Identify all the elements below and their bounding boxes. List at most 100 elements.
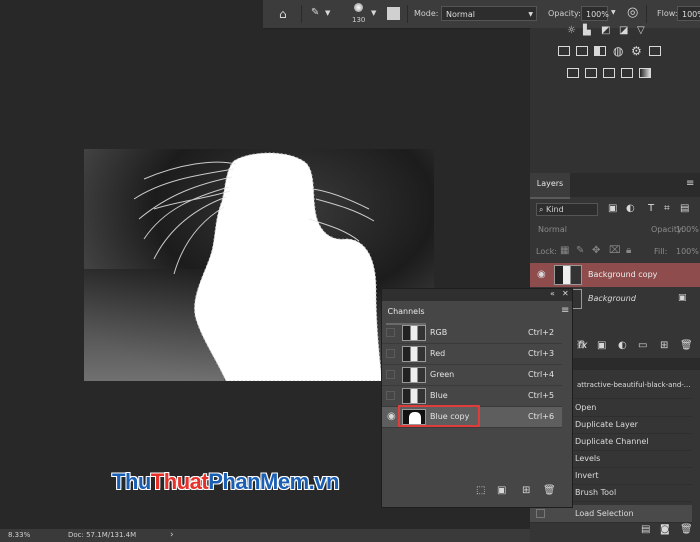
exposure-icon[interactable]: ◪: [619, 26, 628, 36]
posterize-icon[interactable]: [585, 68, 597, 78]
lock-all-icon[interactable]: 🔒︎: [626, 246, 631, 256]
channel-mixer-icon[interactable]: ⚙: [631, 45, 642, 57]
brush-preview-icon[interactable]: [354, 3, 363, 12]
new-channel-icon[interactable]: ⊞: [522, 486, 530, 496]
invert-icon[interactable]: [567, 68, 579, 78]
status-menu-arrow[interactable]: ›: [170, 529, 174, 542]
channel-name: RGB: [430, 328, 448, 337]
tab-channels-label: Channels: [387, 307, 425, 316]
home-icon[interactable]: ⌂: [279, 8, 287, 20]
new-layer-icon[interactable]: ⊞: [660, 341, 668, 351]
lock-transparency-icon[interactable]: ▦: [560, 246, 569, 256]
channel-row[interactable]: RGB Ctrl+2: [382, 323, 562, 344]
channel-shortcut: Ctrl+3: [528, 349, 555, 358]
adjustment-layer-icon[interactable]: ◐: [618, 341, 627, 351]
channel-row[interactable]: Green Ctrl+4: [382, 365, 562, 386]
chevron-down-icon[interactable]: ▼: [371, 10, 376, 17]
hue-saturation-icon[interactable]: [558, 46, 570, 56]
load-selection-icon[interactable]: ⬚: [476, 486, 485, 496]
threshold-icon[interactable]: [603, 68, 615, 78]
chevron-down-icon[interactable]: ▼: [611, 10, 616, 16]
type-filter-icon[interactable]: T: [648, 204, 654, 214]
tab-channels[interactable]: Channels: [386, 301, 426, 325]
group-folder-icon[interactable]: ▭: [638, 341, 647, 351]
channel-shortcut: Ctrl+6: [528, 412, 555, 421]
camera-icon[interactable]: ◙: [660, 525, 670, 535]
channel-row[interactable]: Blue Ctrl+5: [382, 386, 562, 407]
opacity-label: Opacity:: [548, 9, 581, 18]
color-lookup-icon[interactable]: [649, 46, 661, 56]
channel-name: Green: [430, 370, 455, 379]
zoom-level[interactable]: 8.33%: [8, 529, 30, 542]
highlight-box: [398, 405, 480, 427]
shape-filter-icon[interactable]: ⌗: [664, 204, 670, 214]
channels-panel-header: « ✕: [382, 289, 572, 301]
eye-icon[interactable]: ◉: [537, 270, 546, 280]
color-balance-icon[interactable]: [576, 46, 588, 56]
history-brush-source-icon[interactable]: [536, 509, 545, 518]
adjustment-filter-icon[interactable]: ◐: [626, 204, 635, 214]
smart-object-filter-icon[interactable]: ▤: [680, 204, 689, 214]
watermark-part: Thu: [112, 469, 151, 494]
vibrance-icon[interactable]: ▽: [637, 26, 645, 36]
channel-thumbnail: [402, 346, 426, 362]
adjustments-panel: ☼ ▙ ◩ ◪ ▽ ◍ ⚙: [530, 26, 700, 173]
brush-panel-icon[interactable]: [387, 7, 400, 20]
collapse-icon[interactable]: «: [550, 290, 555, 298]
chevron-down-icon[interactable]: ▼: [325, 10, 330, 17]
tab-layers-label: Layers: [536, 179, 564, 188]
blend-mode-select[interactable]: Normal: [538, 225, 567, 234]
channel-thumbnail: [402, 325, 426, 341]
black-white-icon[interactable]: [594, 46, 606, 56]
panel-menu-icon[interactable]: ≡: [561, 306, 569, 316]
channel-row[interactable]: Red Ctrl+3: [382, 344, 562, 365]
options-bar: ⌂ ✎ ▼ 130 ▼ Mode: Normal ▼ Opacity: 100%…: [263, 0, 700, 29]
channel-shortcut: Ctrl+2: [528, 328, 555, 337]
opacity-input[interactable]: 100%: [581, 6, 609, 21]
lock-position-icon[interactable]: ✥: [592, 246, 600, 256]
lock-image-icon[interactable]: ✎: [576, 246, 584, 256]
channel-name: Red: [430, 349, 446, 358]
panel-menu-icon[interactable]: ≡: [686, 179, 694, 189]
new-document-icon[interactable]: ▤: [641, 525, 650, 535]
watermark-logo: ThuThuatPhanMem.vn: [112, 469, 339, 495]
trash-icon[interactable]: 🗑︎: [543, 486, 556, 496]
photo-filter-icon[interactable]: ◍: [613, 45, 623, 57]
brush-icon[interactable]: ✎: [311, 8, 319, 18]
channel-shortcut: Ctrl+5: [528, 391, 555, 400]
channels-panel: « ✕ Channels ≡ RGB Ctrl+2 Red Ctrl+3 Gre…: [381, 288, 573, 508]
fill-label: Fill:: [654, 247, 668, 256]
layer-filter-select[interactable]: ⌕ Kind: [536, 203, 598, 216]
layer-row[interactable]: ◉ Background copy: [530, 263, 700, 287]
layer-mask-icon[interactable]: ▣: [597, 341, 606, 351]
watermark-part: .vn: [308, 469, 340, 494]
history-document-name: attractive-beautiful-black-and-...: [577, 381, 691, 389]
gradient-map-icon[interactable]: [639, 68, 651, 78]
levels-icon[interactable]: ▙: [583, 26, 591, 36]
document-size: Doc: 57.1M/131.4M: [68, 531, 137, 539]
curves-icon[interactable]: ◩: [601, 26, 610, 36]
lock-artboard-icon[interactable]: ⌧: [609, 246, 621, 256]
trash-icon[interactable]: 🗑︎: [680, 341, 693, 351]
close-icon[interactable]: ✕: [562, 290, 569, 298]
eye-icon[interactable]: ◉: [387, 412, 396, 422]
selective-color-icon[interactable]: [621, 68, 633, 78]
layer-opacity-value[interactable]: 100%: [676, 225, 699, 234]
visibility-toggle[interactable]: [386, 370, 395, 379]
layer-filter-value: Kind: [546, 205, 564, 214]
opacity-value: 100%: [586, 10, 609, 19]
save-selection-icon[interactable]: ▣: [497, 486, 506, 496]
fill-value[interactable]: 100%: [676, 247, 699, 256]
tab-layers[interactable]: Layers: [530, 173, 570, 199]
visibility-toggle[interactable]: [386, 349, 395, 358]
visibility-toggle[interactable]: [386, 328, 395, 337]
mode-value: Normal: [446, 10, 475, 19]
mode-select[interactable]: Normal ▼: [441, 6, 537, 21]
trash-icon[interactable]: 🗑︎: [680, 525, 693, 535]
visibility-toggle[interactable]: [386, 391, 395, 400]
brightness-icon[interactable]: ☼: [567, 26, 576, 36]
pixel-filter-icon[interactable]: ▣: [608, 204, 617, 214]
pressure-opacity-icon[interactable]: ◎: [627, 6, 638, 19]
fx-icon[interactable]: fx: [578, 341, 587, 351]
flow-input[interactable]: 100%: [677, 6, 700, 21]
